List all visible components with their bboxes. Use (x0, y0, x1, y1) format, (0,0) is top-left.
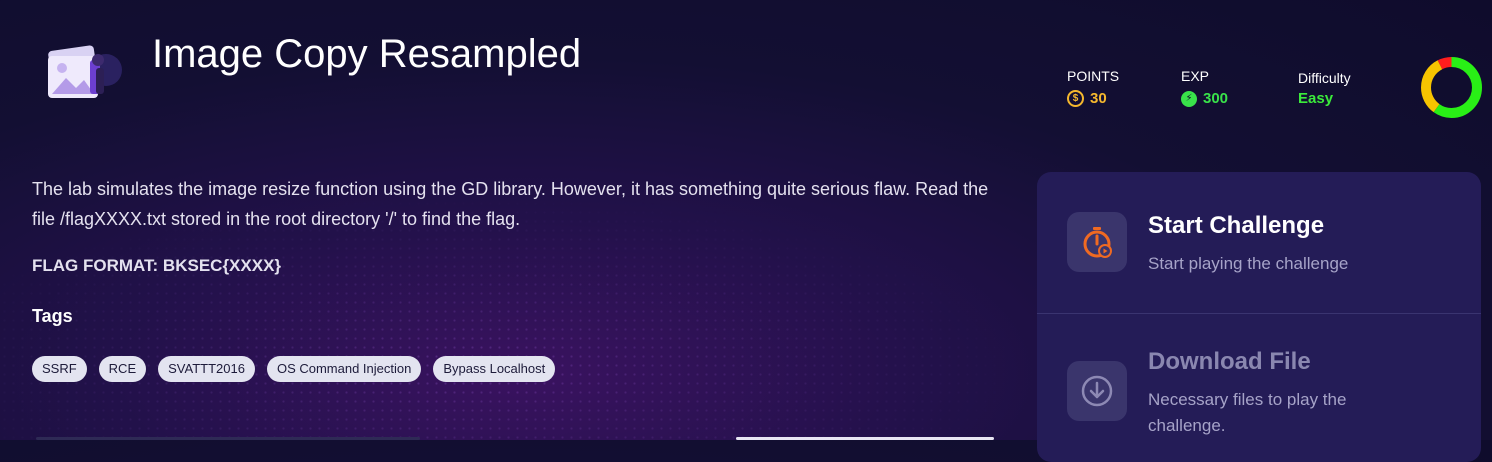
points-value: 30 (1090, 90, 1107, 107)
download-file-subtitle: Necessary files to play the challenge. (1148, 390, 1347, 435)
coin-icon: $ (1067, 90, 1084, 107)
flag-format: FLAG FORMAT: BKSEC{XXXX} (32, 256, 282, 275)
challenge-image-icon (48, 45, 122, 98)
challenge-description: The lab simulates the image resize funct… (32, 179, 989, 229)
challenge-actions-panel: Start Challenge Start playing the challe… (1037, 172, 1481, 462)
start-challenge-subtitle: Start playing the challenge (1148, 254, 1349, 273)
tag-os-command-injection[interactable]: OS Command Injection (266, 356, 422, 382)
exp-value: 300 (1203, 90, 1229, 107)
download-icon (1067, 361, 1127, 421)
tag-svattt2016[interactable]: SVATTT2016 (158, 356, 255, 382)
exp-label: EXP (1181, 68, 1210, 84)
page-title: Image Copy Resampled (152, 32, 582, 76)
points-label: POINTS (1067, 68, 1120, 84)
exp-stat: EXP ⚡ 300 (1181, 68, 1228, 107)
tag-rce[interactable]: RCE (98, 356, 147, 382)
download-file-title: Download File (1148, 348, 1311, 375)
difficulty-stat: Difficulty Easy (1298, 70, 1351, 107)
points-stat: POINTS $ 30 (1067, 68, 1119, 107)
difficulty-label: Difficulty (1298, 70, 1351, 86)
tags-heading: Tags (32, 306, 73, 326)
timer-play-icon (1067, 212, 1127, 272)
start-challenge-button[interactable]: Start Challenge Start playing the challe… (1037, 172, 1481, 313)
tag-ssrf[interactable]: SSRF (32, 356, 87, 382)
exp-icon: ⚡ (1181, 90, 1197, 107)
tag-bypass-localhost[interactable]: Bypass Localhost (433, 356, 556, 382)
start-challenge-title: Start Challenge (1148, 212, 1325, 239)
tag-list: SSRF RCE SVATTT2016 OS Command Injection… (32, 356, 556, 382)
difficulty-donut-chart (1421, 57, 1482, 118)
difficulty-value: Easy (1298, 90, 1334, 107)
